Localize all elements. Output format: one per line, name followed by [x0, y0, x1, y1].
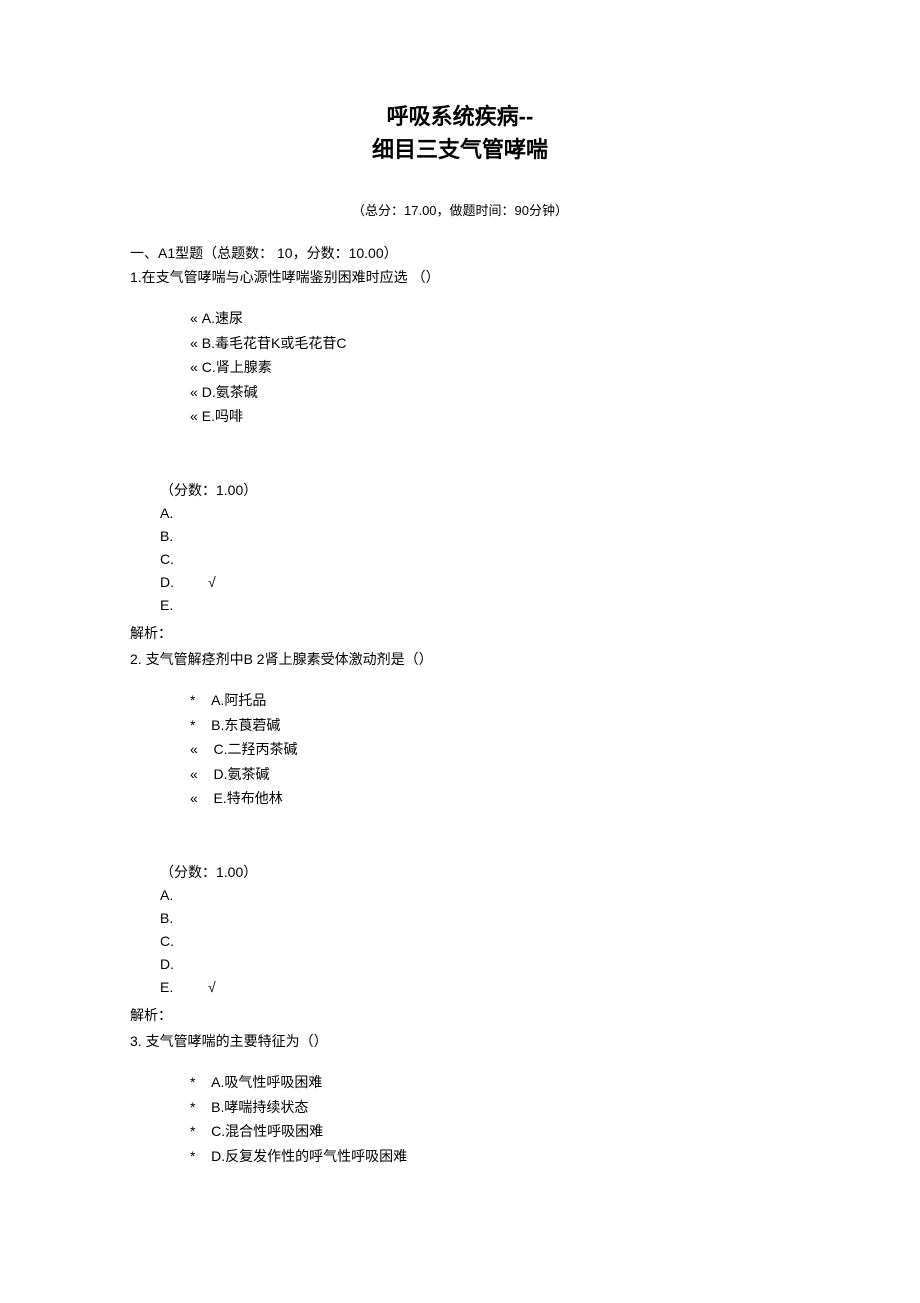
answer-letter: D.: [160, 571, 182, 594]
answer-letter: C.: [160, 548, 182, 571]
option-marker: *: [190, 1123, 195, 1139]
answer-letter: B.: [160, 525, 182, 548]
option-marker: «: [190, 310, 198, 326]
option-marker: *: [190, 1074, 195, 1090]
option-text: C.二羟丙茶碱: [213, 741, 297, 757]
answer-letter: E.: [160, 594, 182, 617]
option-line: * A.阿托品: [190, 688, 790, 713]
answer-row: B.: [160, 525, 790, 548]
analysis-label: 解析：: [130, 1005, 790, 1025]
option-line: * C.混合性呼吸困难: [190, 1119, 790, 1144]
option-text: A.速尿: [202, 310, 243, 326]
answer-row: B.: [160, 907, 790, 930]
option-marker: «: [190, 741, 198, 757]
option-line: «C.肾上腺素: [190, 355, 790, 380]
option-line: * B.哮喘持续状态: [190, 1095, 790, 1120]
question-stem: 2. 支气管解痉剂中B 2肾上腺素受体激动剂是（）: [130, 649, 790, 670]
title-line-2: 细目三支气管哮喘: [130, 133, 790, 166]
option-marker: «: [190, 359, 198, 375]
answer-row: C.: [160, 930, 790, 953]
score-block: （分数：1.00） A. B. C. D. √ E.: [160, 479, 790, 618]
options-block: «A.速尿 «B.毒毛花苷K或毛花苷C «C.肾上腺素 «D.氨茶碱 «E.吗啡: [190, 306, 790, 429]
option-marker: «: [190, 766, 198, 782]
option-marker: «: [190, 408, 198, 424]
option-marker: «: [190, 335, 198, 351]
option-text: C.肾上腺素: [202, 359, 272, 375]
answer-row: E. √: [160, 976, 790, 999]
options-block: * A.吸气性呼吸困难 * B.哮喘持续状态 * C.混合性呼吸困难 * D.反…: [190, 1070, 790, 1168]
question-stem: 1.在支气管哮喘与心源性哮喘鉴别困难时应选 （）: [130, 267, 790, 288]
score-block: （分数：1.00） A. B. C. D. E. √: [160, 861, 790, 1000]
option-text: C.混合性呼吸困难: [211, 1123, 323, 1139]
answer-row: A.: [160, 884, 790, 907]
option-marker: *: [190, 692, 195, 708]
option-line: « D.氨茶碱: [190, 762, 790, 787]
option-line: «A.速尿: [190, 306, 790, 331]
answer-letter: D.: [160, 953, 182, 976]
option-text: D.氨茶碱: [202, 384, 258, 400]
score-label: （分数：1.00）: [160, 861, 790, 884]
option-text: A.吸气性呼吸困难: [211, 1074, 322, 1090]
option-line: «D.氨茶碱: [190, 380, 790, 405]
question-stem: 3. 支气管哮喘的主要特征为（）: [130, 1031, 790, 1052]
answer-row: A.: [160, 502, 790, 525]
title-line-1: 呼吸系统疾病--: [130, 100, 790, 133]
score-label: （分数：1.00）: [160, 479, 790, 502]
option-text: B.哮喘持续状态: [211, 1099, 308, 1115]
option-marker: *: [190, 717, 195, 733]
option-line: «E.吗啡: [190, 404, 790, 429]
page-title: 呼吸系统疾病-- 细目三支气管哮喘: [130, 100, 790, 166]
option-line: * A.吸气性呼吸困难: [190, 1070, 790, 1095]
answer-letter: E.: [160, 976, 182, 999]
option-text: E.吗啡: [202, 408, 243, 424]
option-text: A.阿托品: [211, 692, 266, 708]
option-line: « E.特布他林: [190, 786, 790, 811]
answer-row: D. √: [160, 571, 790, 594]
answer-letter: C.: [160, 930, 182, 953]
option-text: D.氨茶碱: [213, 766, 269, 782]
answer-row: D.: [160, 953, 790, 976]
analysis-label: 解析：: [130, 623, 790, 643]
correct-mark: √: [208, 571, 216, 594]
option-marker: «: [190, 384, 198, 400]
answer-letter: A.: [160, 884, 182, 907]
options-block: * A.阿托品 * B.东莨菪碱 « C.二羟丙茶碱 « D.氨茶碱 « E.特…: [190, 688, 790, 811]
answer-letter: B.: [160, 907, 182, 930]
option-marker: «: [190, 790, 198, 806]
option-line: * D.反复发作性的呼气性呼吸困难: [190, 1144, 790, 1169]
option-marker: *: [190, 1148, 195, 1164]
section-heading: 一、A1型题（总题数： 10，分数：10.00）: [130, 243, 790, 263]
correct-mark: √: [208, 976, 216, 999]
option-line: * B.东莨菪碱: [190, 713, 790, 738]
option-text: D.反复发作性的呼气性呼吸困难: [211, 1148, 407, 1164]
option-line: « C.二羟丙茶碱: [190, 737, 790, 762]
option-marker: *: [190, 1099, 195, 1115]
answer-row: E.: [160, 594, 790, 617]
option-text: B.东莨菪碱: [211, 717, 280, 733]
option-text: E.特布他林: [213, 790, 282, 806]
answer-row: C.: [160, 548, 790, 571]
answer-letter: A.: [160, 502, 182, 525]
option-text: B.毒毛花苷K或毛花苷C: [202, 335, 347, 351]
option-line: «B.毒毛花苷K或毛花苷C: [190, 331, 790, 356]
meta-line: （总分：17.00，做题时间：90分钟）: [130, 200, 790, 219]
